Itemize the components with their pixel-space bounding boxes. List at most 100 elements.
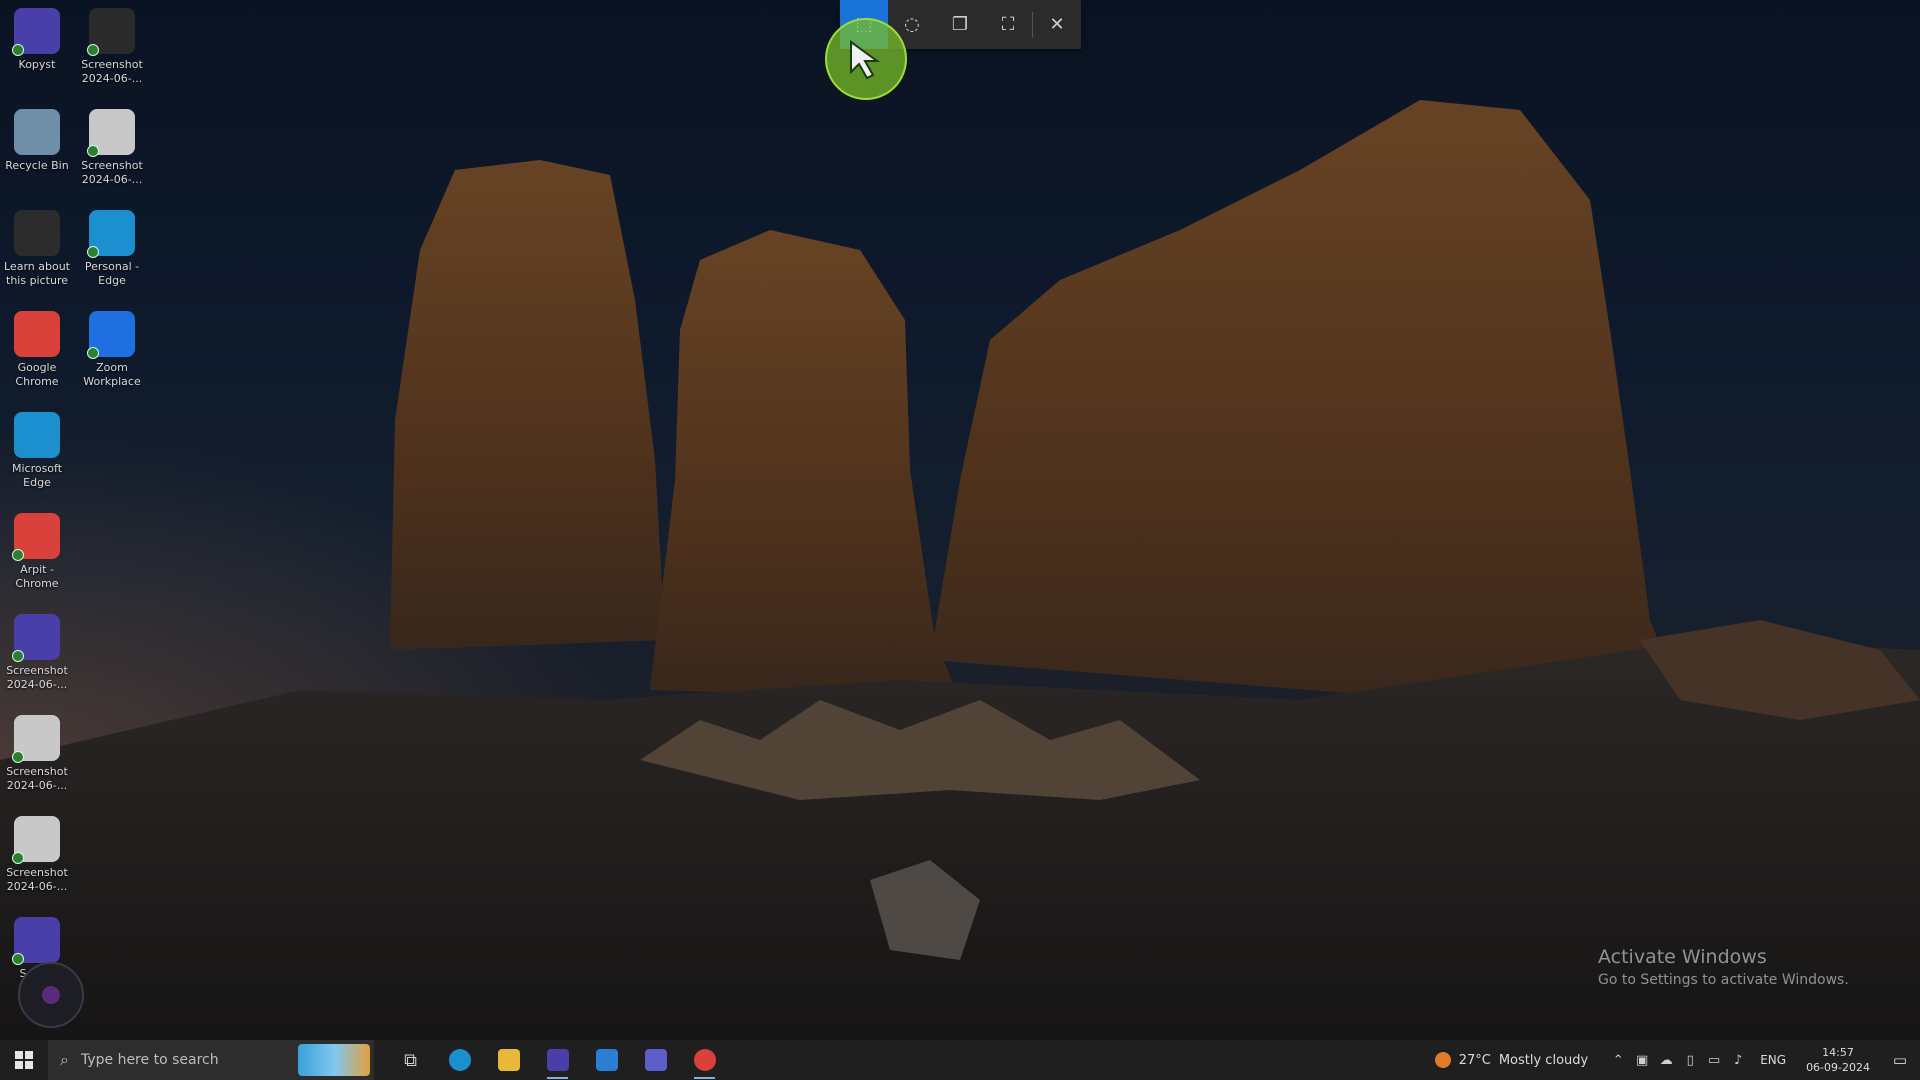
desktop-icon[interactable]: Microsoft Edge — [0, 408, 74, 504]
desktop-icon-label: Recycle Bin — [5, 159, 69, 172]
desktop-icon[interactable]: Screenshot 2024-06-... — [75, 4, 149, 100]
desktop-app-icon — [12, 8, 60, 56]
close-icon: ✕ — [1049, 14, 1065, 35]
desktop-app-icon — [12, 614, 60, 662]
teams-icon — [644, 1049, 667, 1071]
record-dot-icon — [42, 986, 60, 1004]
desktop-icon-label: Screenshot 2024-06-... — [81, 58, 143, 85]
search-placeholder: Type here to search — [80, 1052, 219, 1068]
usb-device-icon[interactable]: ▯ — [1678, 1040, 1702, 1080]
desktop-icon[interactable]: Screenshot 2024-06-... — [0, 711, 74, 807]
desktop-app-icon — [87, 8, 135, 56]
sync-check-icon — [87, 347, 99, 359]
weather-condition: Mostly cloudy — [1498, 1052, 1589, 1068]
taskbar-app-edge[interactable] — [435, 1040, 484, 1080]
sync-check-icon — [87, 145, 99, 157]
desktop-icon-label: Zoom Workplace — [83, 361, 141, 388]
activate-windows-watermark: Activate Windows Go to Settings to activ… — [1598, 946, 1849, 988]
start-button[interactable] — [0, 1040, 48, 1080]
onedrive-icon[interactable]: ☁ — [1654, 1040, 1678, 1080]
desktop-icon-label: Screenshot 2024-06-... — [6, 765, 68, 792]
desktop-app-icon — [14, 109, 60, 155]
search-highlight-image — [298, 1044, 370, 1076]
search-icon: ⌕ — [60, 1050, 69, 1069]
network-icon[interactable]: ▭ — [1702, 1040, 1726, 1080]
taskbar-apps: ⧉ — [386, 1040, 729, 1080]
desktop-icon[interactable]: Personal - Edge — [75, 206, 149, 302]
desktop-icon[interactable]: Learn about this picture — [0, 206, 74, 302]
desktop-icon[interactable]: Kopyst — [0, 4, 74, 100]
taskbar: ⌕ Type here to search ⧉ 27°C Mostly clou… — [0, 1040, 1920, 1080]
desktop-app-icon — [12, 816, 60, 864]
desktop-app-icon — [87, 109, 135, 157]
desktop-icon[interactable]: Arpit - Chrome — [0, 509, 74, 605]
desktop-icon-label: Screenshot 2024-06-... — [6, 664, 68, 691]
weather-widget[interactable]: 27°C Mostly cloudy — [1434, 1052, 1589, 1068]
snip-overlay[interactable] — [0, 0, 1920, 1040]
window-snip-button[interactable]: ❐ — [936, 0, 984, 49]
sync-check-icon — [12, 44, 24, 56]
sync-check-icon — [12, 751, 24, 763]
desktop-icon[interactable]: Recycle Bin — [0, 105, 74, 201]
desktop-icon-label: Microsoft Edge — [11, 462, 63, 489]
language-indicator[interactable]: ENG — [1760, 1053, 1786, 1067]
taskbar-app-teams[interactable] — [631, 1040, 680, 1080]
desktop-icon[interactable]: Google Chrome — [0, 307, 74, 403]
desktop-icon-label: Kopyst — [18, 58, 56, 71]
desktop-app-icon — [14, 210, 60, 256]
cursor-arrow-icon — [850, 40, 881, 80]
notification-center-icon[interactable]: ▭ — [1880, 1040, 1920, 1080]
freeform-snip-icon: ◌ — [904, 14, 920, 35]
desktop: Kopyst Screenshot 2024-06-... Recycle Bin S… — [0, 0, 1920, 1040]
show-hidden-icons-chevron-icon[interactable]: ⌃ — [1606, 1040, 1630, 1080]
mail-icon — [595, 1049, 618, 1071]
clock-date: 06-09-2024 — [1806, 1061, 1870, 1074]
task-view-icon: ⧉ — [404, 1049, 417, 1071]
desktop-app-icon — [14, 311, 60, 357]
sync-check-icon — [12, 650, 24, 662]
taskbar-app-kopyst[interactable] — [533, 1040, 582, 1080]
desktop-app-icon — [12, 917, 60, 965]
sync-check-icon — [12, 953, 24, 965]
sync-check-icon — [12, 852, 24, 864]
desktop-icon-label: Personal - Edge — [84, 260, 140, 287]
edge-icon — [448, 1049, 471, 1071]
fullscreen-snip-icon: ⛶ — [1001, 14, 1015, 35]
desktop-app-icon — [12, 513, 60, 561]
desktop-icon[interactable]: Screenshot 2024-06-... — [75, 105, 149, 201]
taskbar-app-file-explorer[interactable] — [484, 1040, 533, 1080]
taskbar-search-box[interactable]: ⌕ Type here to search — [48, 1040, 374, 1080]
system-tray: 27°C Mostly cloudy ⌃ ▣ ☁ ▯ ▭ ♪ ENG 14:57… — [1434, 1040, 1920, 1080]
desktop-icon-label: Screenshot 2024-06-... — [6, 866, 68, 893]
desktop-app-icon — [14, 412, 60, 458]
sync-check-icon — [87, 44, 99, 56]
weather-icon — [1434, 1052, 1451, 1068]
close-snip-button[interactable]: ✕ — [1033, 0, 1081, 49]
desktop-app-icon — [87, 210, 135, 258]
fullscreen-snip-button[interactable]: ⛶ — [984, 0, 1032, 49]
recording-button[interactable] — [18, 962, 84, 1028]
desktop-icon-label: Arpit - Chrome — [15, 563, 59, 590]
taskbar-app-task-view[interactable]: ⧉ — [386, 1040, 435, 1080]
teams-tray-icon[interactable]: ▣ — [1630, 1040, 1654, 1080]
desktop-icon[interactable]: Screenshot 2024-06-... — [0, 610, 74, 706]
desktop-icon-label: Google Chrome — [15, 361, 59, 388]
desktop-app-icon — [87, 311, 135, 359]
taskbar-app-mail[interactable] — [582, 1040, 631, 1080]
volume-icon[interactable]: ♪ — [1726, 1040, 1750, 1080]
cursor-highlight — [825, 18, 907, 100]
watermark-title: Activate Windows — [1598, 946, 1767, 968]
desktop-icon-label: Learn about this picture — [4, 260, 70, 287]
kopyst-icon — [546, 1049, 569, 1071]
watermark-subtitle: Go to Settings to activate Windows. — [1598, 972, 1849, 988]
desktop-icon-label: Screenshot 2024-06-... — [81, 159, 143, 186]
clock-time: 14:57 — [1822, 1046, 1854, 1059]
chrome-icon — [693, 1049, 716, 1071]
sync-check-icon — [87, 246, 99, 258]
windows-logo-icon — [15, 1051, 33, 1069]
file-explorer-icon — [497, 1049, 520, 1071]
desktop-icon[interactable]: Zoom Workplace — [75, 307, 149, 403]
clock[interactable]: 14:57 06-09-2024 — [1806, 1045, 1870, 1075]
desktop-icon[interactable]: Screenshot 2024-06-... — [0, 812, 74, 908]
taskbar-app-chrome[interactable] — [680, 1040, 729, 1080]
